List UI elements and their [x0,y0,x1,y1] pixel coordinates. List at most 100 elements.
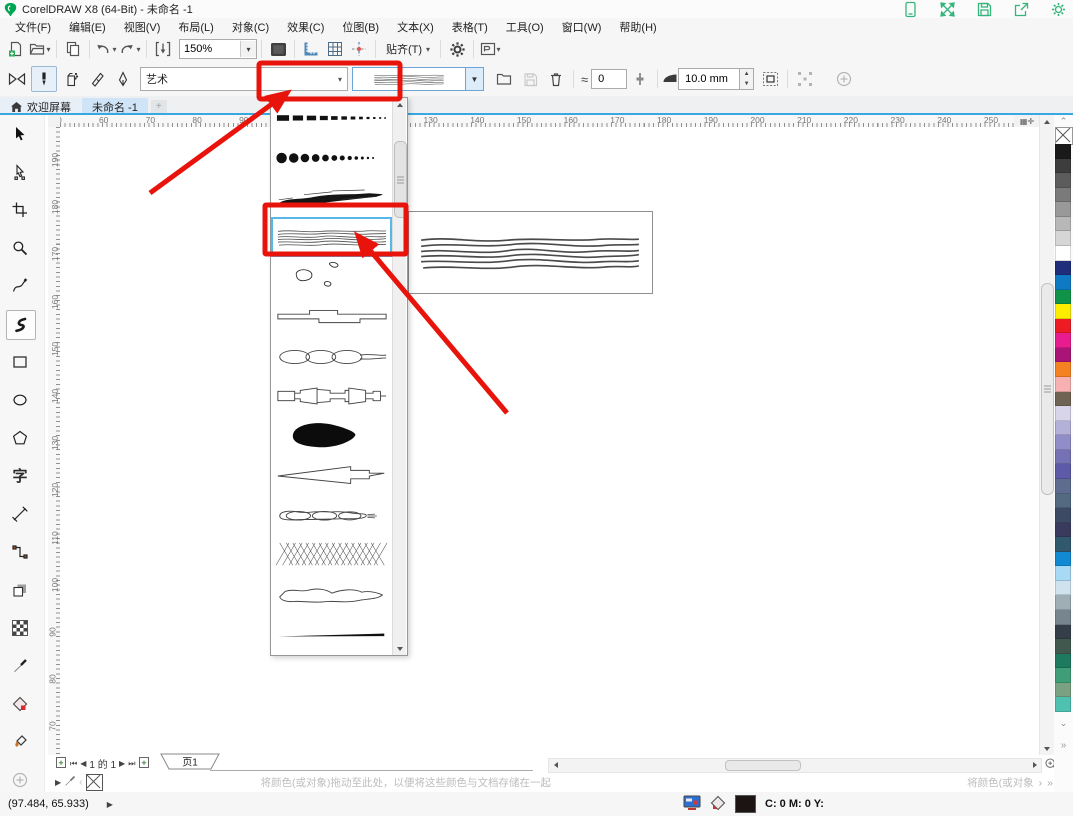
color-swatch-0f7ac4[interactable] [1055,275,1071,290]
menu-item-9[interactable]: 工具(O) [497,19,553,35]
menu-item-6[interactable]: 位图(B) [333,19,388,35]
guidelines-icon[interactable] [348,38,370,60]
color-swatch-31596d[interactable] [1055,537,1071,552]
scroll-up-icon[interactable] [1040,115,1053,128]
calligraphic-mode-icon[interactable] [85,67,109,91]
open-document-icon[interactable]: ▾ [29,38,51,60]
dimension-tool[interactable] [6,500,34,528]
horizontal-scrollbar[interactable] [548,758,1042,773]
color-swatch-a8d9f5[interactable] [1055,566,1071,581]
add-page-end-icon[interactable] [138,756,150,772]
color-swatch-1a1a1a[interactable] [1055,144,1071,159]
color-swatch-536a80[interactable] [1055,494,1071,509]
zoom-level-input[interactable] [180,41,240,57]
new-tab-button[interactable]: + [151,100,167,113]
smoothing-value-box[interactable] [591,69,627,89]
docpalette-scroll-right-icon[interactable]: › [1039,777,1043,789]
redo-icon[interactable]: ▾ [119,38,141,60]
stroke-option-charcoal[interactable] [271,178,392,218]
brush-mode-icon[interactable] [31,66,57,92]
menu-item-11[interactable]: 帮助(H) [610,19,665,35]
status-flyout-icon[interactable]: ▶ [107,800,113,809]
color-swatch-3d3d3d[interactable] [1055,159,1071,174]
vertical-scroll-thumb[interactable] [1041,283,1054,495]
color-swatch-40594e[interactable] [1055,639,1071,654]
stroke-width-input[interactable] [683,72,739,86]
color-swatch-f58220[interactable] [1055,362,1071,377]
smoothing-slider-icon[interactable] [628,67,652,91]
dropdown-scroll-up-icon[interactable] [393,98,406,111]
browse-folder-icon[interactable] [492,67,516,91]
stroke-option-dashes[interactable] [271,98,392,138]
new-document-icon[interactable] [5,38,27,60]
first-page-icon[interactable]: ⏮ [70,759,77,769]
color-swatch-ffffff[interactable] [1055,246,1071,261]
ellipse-tool[interactable] [6,386,34,414]
polygon-tool[interactable] [6,424,34,452]
stroke-dropdown-arrow[interactable]: ▼ [466,67,484,91]
vertical-scrollbar[interactable] [1039,115,1054,755]
zoom-dropdown-icon[interactable]: ▾ [240,41,256,57]
menu-item-3[interactable]: 布局(L) [169,19,222,35]
menu-item-10[interactable]: 窗口(W) [553,19,611,35]
stroke-option-taper-line[interactable] [271,615,392,655]
fill-color-icon[interactable] [710,795,726,814]
color-swatch-7472b4[interactable] [1055,450,1071,465]
dropdown-scrollbar[interactable] [392,98,406,655]
settings-icon[interactable] [1050,1,1067,18]
prev-page-icon[interactable]: ◀ [80,759,86,768]
import-icon[interactable] [152,38,174,60]
color-swatch-3f9e77[interactable] [1055,668,1071,683]
color-swatch-7a7a7a[interactable] [1055,188,1071,203]
stroke-option-wavy-lines[interactable] [271,217,392,257]
display-settings-icon[interactable] [683,795,701,814]
color-swatch-cfe3ef[interactable] [1055,581,1071,596]
color-swatch-ab1477[interactable] [1055,348,1071,363]
menu-item-5[interactable]: 效果(C) [278,19,333,35]
undo-icon[interactable]: ▾ [95,38,117,60]
menu-item-1[interactable]: 编辑(E) [60,19,115,35]
color-swatch-7ba183[interactable] [1055,683,1071,698]
options-gear-icon[interactable] [446,38,468,60]
crop-tool[interactable] [6,196,34,224]
color-swatch-5e6c8f[interactable] [1055,479,1071,494]
tablet-icon[interactable] [902,1,919,18]
color-swatch-5d5aa7[interactable] [1055,464,1071,479]
color-swatch-1289d3[interactable] [1055,552,1071,567]
dropdown-scroll-down-icon[interactable] [393,642,406,655]
color-swatch-b8b8b8[interactable] [1055,217,1071,232]
palette-scroll-up-icon[interactable]: ⌃ [1054,115,1073,127]
color-swatch-999999[interactable] [1055,202,1071,217]
artistic-media-tool[interactable] [6,310,36,340]
smart-fill-tool[interactable] [6,728,34,756]
stroke-object-bounding-box[interactable] [408,211,653,294]
stroke-category-combo[interactable]: 艺术 ▾ [140,67,348,91]
preset-mode-icon[interactable] [5,67,29,91]
stroke-width-spinner[interactable] [678,68,740,90]
docpalette-expand-icon[interactable]: » [1047,777,1053,789]
eyedropper-tool[interactable] [6,652,34,680]
color-swatch-3a3a5e[interactable] [1055,523,1071,538]
save-icon[interactable] [976,1,993,18]
docpalette-eyedropper-icon[interactable] [64,775,76,790]
color-swatch-77858f[interactable] [1055,610,1071,625]
color-swatch-e81c8e[interactable] [1055,333,1071,348]
freehand-tool[interactable] [6,272,34,300]
color-swatch-333e48[interactable] [1055,625,1071,640]
scale-with-object-icon[interactable] [758,67,782,91]
color-swatch-4fc1b0[interactable] [1055,697,1071,712]
stroke-option-lumpy-outline[interactable] [271,575,392,615]
color-swatch-f8b1b1[interactable] [1055,377,1071,392]
add-page-start-icon[interactable] [55,756,67,772]
color-swatch-d8d5ea[interactable] [1055,406,1071,421]
stroke-option-stepped-line[interactable] [271,297,392,337]
color-swatch-3c4a63[interactable] [1055,508,1071,523]
stroke-option-crosshatch[interactable] [271,536,392,576]
welcome-screen-dropdown[interactable]: ▾ [479,38,501,60]
pick-tool[interactable] [6,120,34,148]
color-swatch-1d7a5f[interactable] [1055,654,1071,669]
add-tools-button[interactable] [6,766,34,794]
color-swatch-d6d6d6[interactable] [1055,231,1071,246]
stroke-option-chain-loops[interactable] [271,337,392,377]
smoothing-input[interactable] [596,72,626,86]
